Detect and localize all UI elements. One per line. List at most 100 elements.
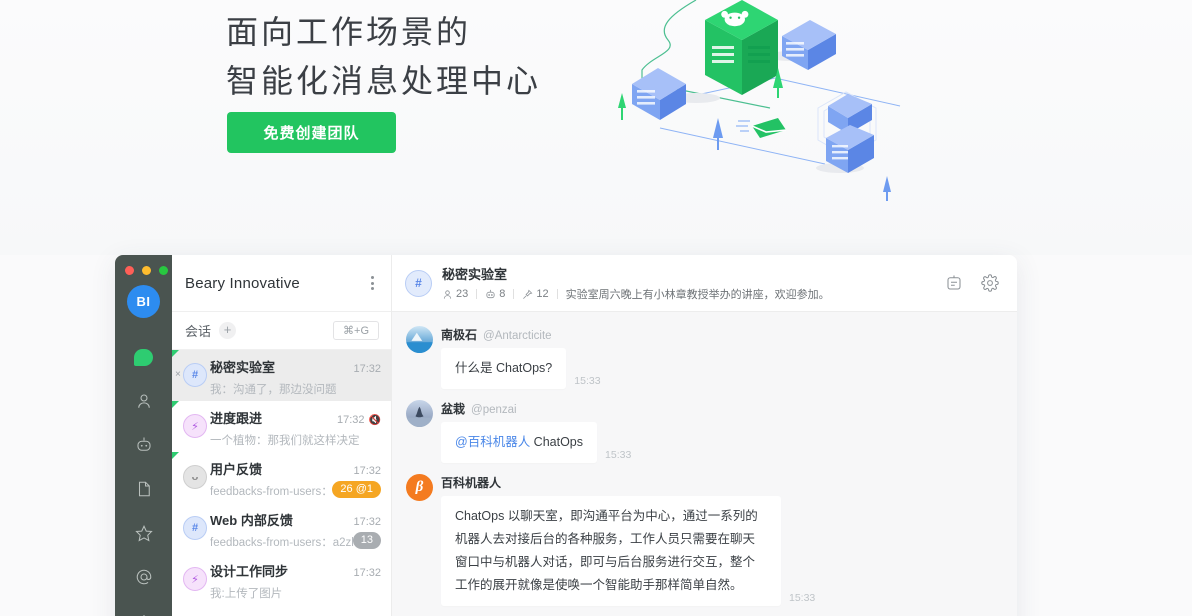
mute-icon: 🔇 [368, 415, 381, 426]
members-stat[interactable]: 23 [442, 288, 468, 300]
conversation-avatar: ⚡ [183, 414, 207, 438]
window-controls [125, 266, 168, 275]
message: 盆栽 @penzai @百科机器人 ChatOps 15:33 [392, 400, 1017, 463]
conversation-sidebar: Beary Innovative 会话 + ⌘+G × # 秘密实验室 17:32 我：… [172, 255, 392, 616]
members-count: 23 [456, 288, 469, 300]
unread-badge: 26 @1 [332, 481, 381, 498]
channel-title: 秘密实验室 [442, 267, 508, 282]
hero-title-line-2: 智能化消息处理中心 [226, 63, 542, 99]
team-header: Beary Innovative [172, 255, 391, 312]
message-list: 南极石 @Antarcticite 什么是 ChatOps? 15:33 盆栽 @penz… [392, 312, 1017, 616]
unread-flag [172, 350, 179, 357]
conversation-title: 设计工作同步 [210, 564, 289, 579]
conversations-title: 会话 [185, 324, 212, 339]
hero-illustration [618, 0, 901, 201]
chat-main: # 秘密实验室 23 8 12 实验室周六晚上有小林章教授举办的讲座，欢迎参加。… [392, 255, 1017, 616]
user-avatar[interactable]: BI [127, 285, 160, 318]
hero-banner: 面向工作场景的 智能化消息处理中心 免费创建团队 [0, 0, 1192, 255]
conversation-title: 秘密实验室 [210, 360, 276, 375]
quick-jump-shortcut[interactable]: ⌘+G [333, 321, 379, 340]
mention-link[interactable]: @百科机器人 [455, 435, 530, 449]
mention-icon [136, 569, 151, 585]
conversation-item[interactable]: ⚡ 设计工作同步 17:32 我:上传了图片 [172, 554, 391, 605]
conversation-title: Web 内部反馈 [210, 513, 293, 528]
message-bubble[interactable]: @百科机器人 ChatOps [441, 422, 598, 463]
pending-count: 8 [499, 288, 506, 300]
message-avatar[interactable]: β [406, 474, 433, 501]
pinned-stat[interactable]: 12 [522, 288, 549, 300]
rail-item-chat[interactable] [115, 335, 172, 379]
conversation-avatar: # [183, 516, 207, 540]
chat-header: # 秘密实验室 23 8 12 实验室周六晚上有小林章教授举办的讲座，欢迎参加。 [392, 255, 1017, 312]
team-menu-button[interactable] [368, 273, 377, 293]
contacts-icon [137, 394, 150, 408]
message-time: 15:33 [789, 592, 816, 604]
meta-divider-1 [476, 289, 478, 299]
files-icon [138, 481, 150, 497]
rail-item-downloads[interactable] [115, 599, 172, 616]
create-team-button[interactable]: 免费创建团队 [227, 112, 396, 153]
unread-flag [172, 452, 179, 459]
conversation-time: 17:32 [337, 414, 365, 426]
close-window-button[interactable] [125, 266, 134, 275]
message-handle: @penzai [471, 404, 517, 416]
rail-item-contacts[interactable] [115, 379, 172, 423]
board-icon[interactable] [945, 274, 963, 292]
rail-item-star[interactable] [115, 511, 172, 555]
person-icon [443, 289, 452, 299]
hero-title: 面向工作场景的 智能化消息处理中心 [226, 8, 541, 106]
meta-divider-2 [513, 289, 515, 299]
meta-divider-3 [556, 289, 558, 299]
message-bubble[interactable]: ChatOps 以聊天室，即沟通平台为中心，通过一系列的机器人去对接后台的各种服… [441, 496, 781, 606]
conversation-preview: 一个植物：那我们就这样决定了！ [210, 435, 360, 447]
message-author[interactable]: 百科机器人 [441, 474, 501, 491]
minimize-window-button[interactable] [142, 266, 151, 275]
message-bubble[interactable]: 什么是 ChatOps? [441, 348, 567, 389]
conversation-title: 用户反馈 [210, 462, 263, 477]
conversation-list: × # 秘密实验室 17:32 我：沟通了，那边没问题 ⚡ 进度跟进 17:32 🔇 一个植物：那… [172, 350, 391, 616]
channel-avatar: # [405, 269, 432, 297]
conversation-avatar: ⚡ [183, 567, 207, 591]
hero-title-line-1: 面向工作场景的 [226, 14, 472, 50]
conversation-item[interactable]: ᴗ 用户反馈 17:32 feedbacks-from-users：a2zh 26 @1 [172, 452, 391, 503]
rail-item-robot[interactable] [115, 423, 172, 467]
pin-icon [523, 289, 533, 299]
chat-icon [134, 348, 153, 366]
team-name: Beary Innovative [185, 274, 300, 292]
conversation-item[interactable]: ⚡进度跟进 17:32🔇 一个植物：那我们就这样决定了！ [172, 401, 391, 452]
channel-topic[interactable]: 实验室周六晚上有小林章教授举办的讲座，欢迎参加。 [566, 286, 830, 302]
conversation-time: 17:32 [353, 465, 381, 477]
conversation-item[interactable]: × # 秘密实验室 17:32 我：沟通了，那边没问题 [172, 350, 391, 401]
message-time: 15:33 [605, 449, 632, 461]
conversations-header: 会话 + ⌘+G [172, 312, 391, 350]
message-avatar[interactable] [406, 326, 433, 353]
message-author[interactable]: 南极石 [441, 326, 477, 343]
message: 南极石 @Antarcticite 什么是 ChatOps? 15:33 [392, 326, 1017, 389]
chat-app-window: BI Beary Innovative 会话 + ⌘+G × # 秘密实验室 1… [115, 255, 1017, 616]
conversation-time: 17:32 [353, 567, 381, 579]
message-time: 15:33 [574, 375, 601, 387]
left-rail: BI [115, 255, 172, 616]
pinned-count: 12 [536, 288, 549, 300]
message-avatar[interactable] [406, 400, 433, 427]
add-conversation-button[interactable]: + [219, 322, 237, 339]
message-author[interactable]: 盆栽 [441, 400, 465, 417]
conversation-avatar: ᴗ [183, 465, 207, 489]
unread-badge: 13 [352, 532, 381, 549]
robot-small-icon [486, 289, 495, 298]
conversation-preview: 我：沟通了，那边没问题 [210, 384, 337, 396]
download-icon [142, 615, 145, 616]
rail-item-mentions[interactable] [115, 555, 172, 599]
gear-icon[interactable] [981, 274, 999, 292]
conversation-preview: feedbacks-from-users：a2zh [210, 537, 358, 549]
message-handle: @Antarcticite [483, 330, 552, 342]
conversation-time: 17:32 [353, 516, 381, 528]
close-conversation-button[interactable]: × [175, 369, 181, 380]
maximize-window-button[interactable] [159, 266, 168, 275]
conversation-item[interactable]: # Web 内部反馈 17:32 feedbacks-from-users：a2zh 1… [172, 503, 391, 554]
rail-item-files[interactable] [115, 467, 172, 511]
star-icon [134, 524, 153, 542]
conversation-avatar: # [183, 363, 207, 387]
conversation-preview: 我:上传了图片 [210, 588, 283, 600]
pending-stat[interactable]: 8 [485, 288, 505, 300]
